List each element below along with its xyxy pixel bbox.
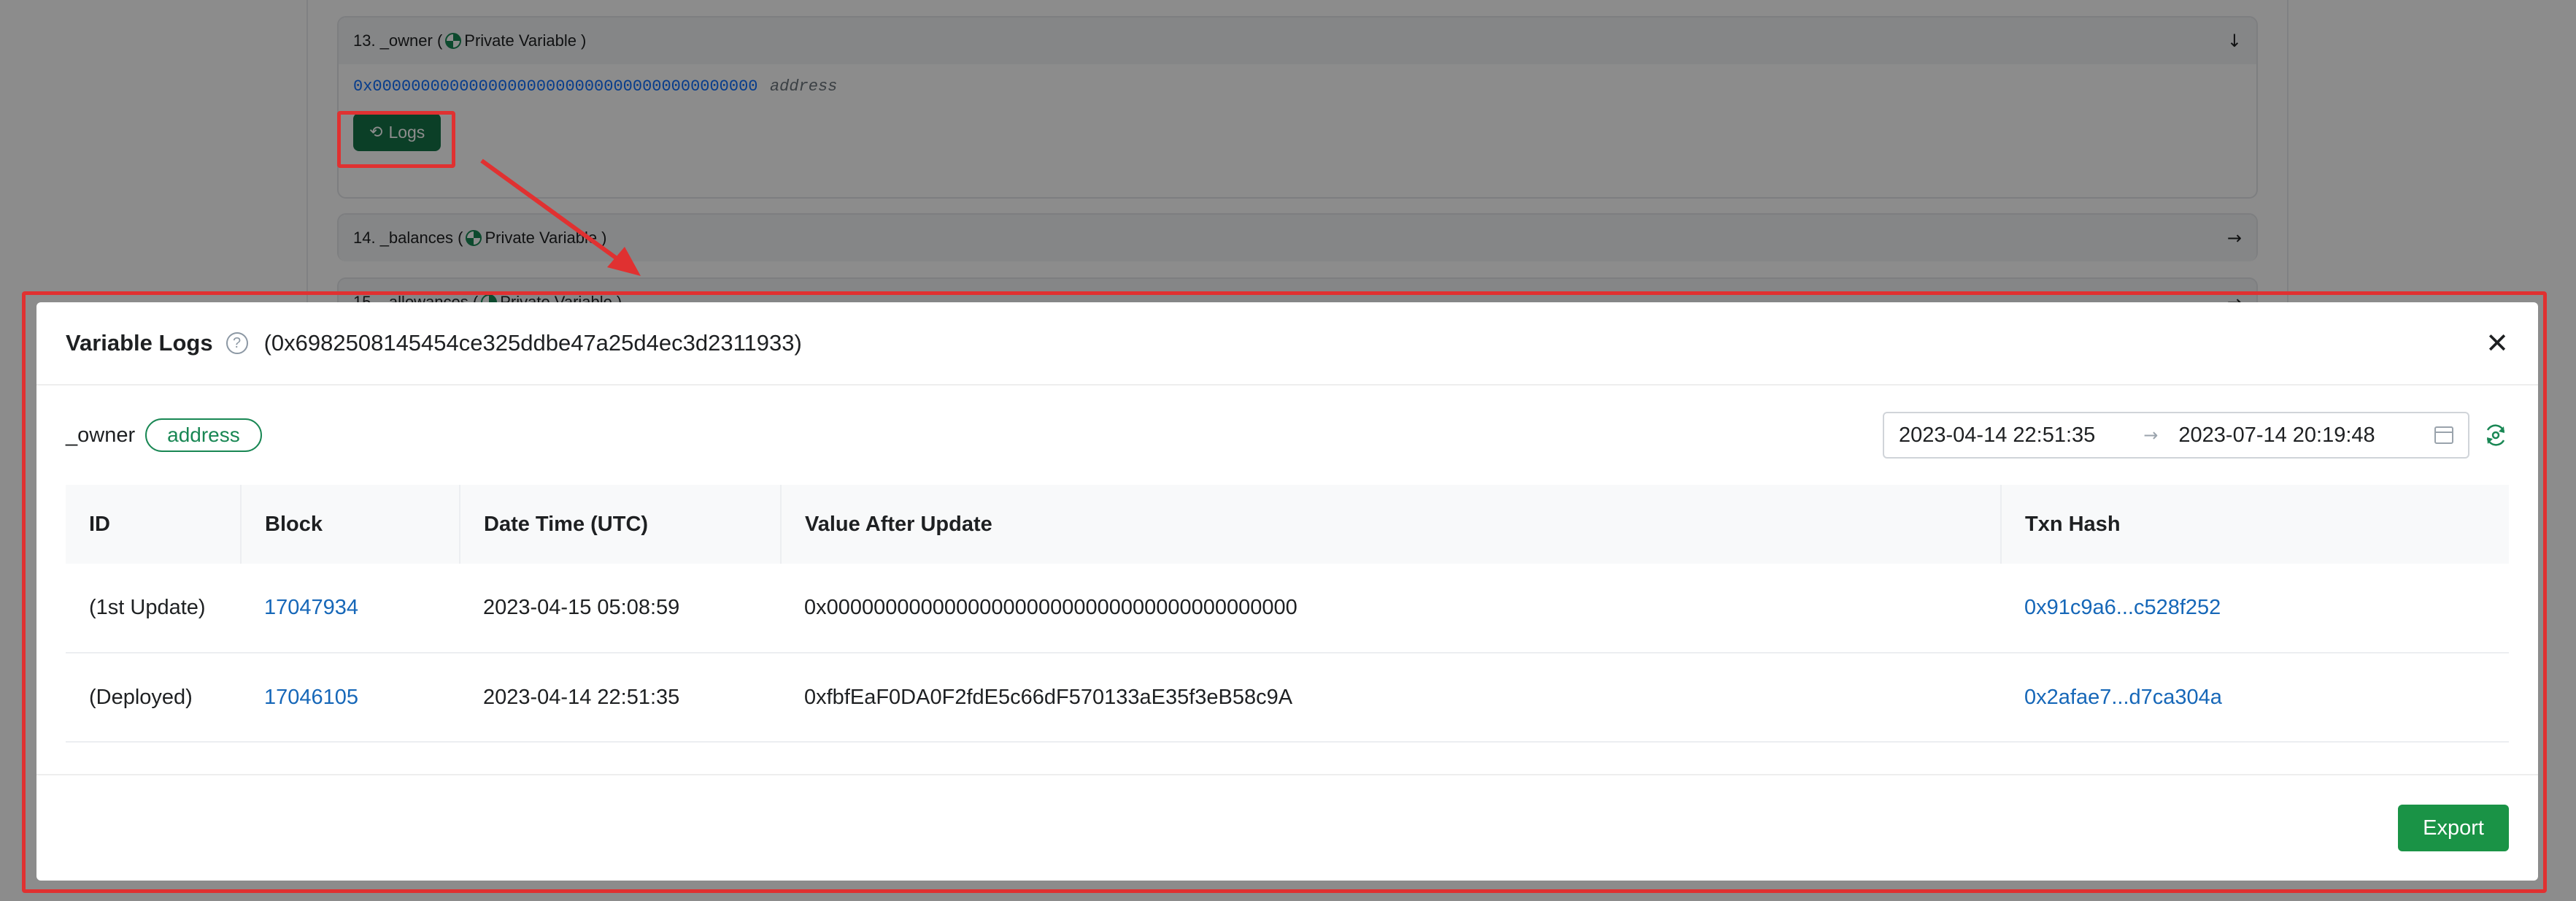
highlight-logs-button <box>337 111 455 168</box>
highlight-modal <box>22 291 2547 893</box>
